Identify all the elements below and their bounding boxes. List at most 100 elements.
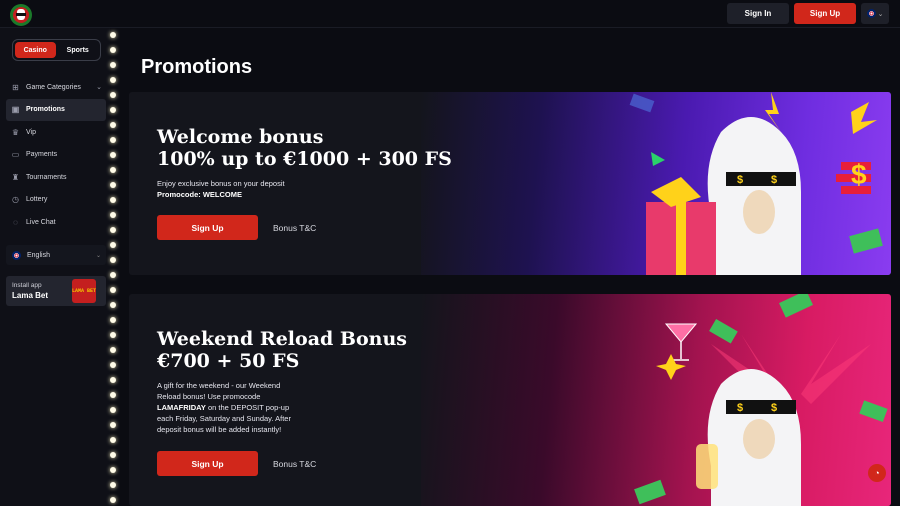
marquee-light-dot [110, 257, 116, 263]
ticket-icon: ◷ [12, 195, 19, 205]
svg-text:$: $ [851, 159, 867, 190]
marquee-light-dot [110, 317, 116, 323]
language-selector[interactable]: ⌄ [861, 3, 889, 24]
promo-card-welcome: $ $ $ Welcome bonus 100% up to €1000 + 3… [129, 92, 891, 275]
promo-banner-art: $ $ $ [421, 92, 891, 275]
marquee-light-dot [110, 77, 116, 83]
promo-description-line: deposit bonus will be added instantly! [157, 425, 282, 434]
sidebar-item-game-categories[interactable]: ⊞ Game Categories ⌄ [6, 76, 106, 99]
top-bar: Sign In Sign Up ⌄ [0, 0, 900, 28]
chat-icon: ◌ [13, 217, 18, 227]
trophy-icon: ♜ [11, 172, 20, 182]
marquee-light-dot [110, 287, 116, 293]
app-name: Lama Bet [12, 291, 49, 300]
main-content: Promotions $ $ $ Welcome bonus 100% up t… [120, 28, 900, 506]
promo-banner-art: $ $ [421, 294, 891, 506]
crown-icon: ♛ [11, 127, 20, 137]
wallet-icon: ▭ [11, 150, 20, 160]
sidebar-item-payments[interactable]: ▭ Payments [6, 144, 106, 167]
sidebar-item-label: Promotions [26, 106, 65, 114]
marquee-light-dot [110, 47, 116, 53]
marquee-light-dot [110, 377, 116, 383]
casino-tab[interactable]: Casino [15, 42, 56, 58]
sidebar-item-vip[interactable]: ♛ Vip [6, 121, 106, 144]
marquee-light-dot [110, 362, 116, 368]
marquee-light-dot [110, 437, 116, 443]
marquee-light-dot [110, 242, 116, 248]
promo-title: Welcome bonus [157, 126, 324, 148]
marquee-light-dot [110, 347, 116, 353]
promo-description: Enjoy exclusive bonus on your deposit [157, 179, 285, 188]
marquee-light-dot [110, 182, 116, 188]
sidebar: Casino Sports ⊞ Game Categories ⌄ ▣ Prom… [0, 28, 110, 506]
promo-subtitle: €700 + 50 FS [157, 350, 300, 372]
marquee-light-dot [110, 272, 116, 278]
marquee-light-dot [110, 392, 116, 398]
sign-up-button[interactable]: Sign Up [794, 3, 856, 24]
chat-bubble-icon: ◔ [874, 468, 880, 478]
sidebar-item-label: Lottery [26, 196, 48, 204]
marquee-light-dot [110, 482, 116, 488]
install-app-label: Install app [12, 282, 42, 289]
svg-text:$: $ [737, 402, 743, 414]
casino-sports-toggle: Casino Sports [12, 39, 101, 61]
marquee-light-dot [110, 197, 116, 203]
sidebar-language-selector[interactable]: English ⌄ [6, 245, 106, 265]
sidebar-nav: ⊞ Game Categories ⌄ ▣ Promotions ♛ Vip ▭… [6, 76, 106, 234]
sidebar-item-label: Live Chat [26, 218, 56, 226]
promo-code: LAMAFRIDAY [157, 403, 206, 412]
chevron-down-icon: ⌄ [95, 252, 101, 259]
marquee-light-dot [110, 302, 116, 308]
sports-tab[interactable]: Sports [58, 42, 99, 58]
svg-text:$: $ [771, 402, 777, 414]
promo-sign-up-button[interactable]: Sign Up [157, 215, 258, 240]
live-chat-button[interactable]: ◔ [868, 464, 886, 482]
marquee-light-dot [110, 152, 116, 158]
uk-flag-icon [866, 9, 876, 18]
language-label: English [27, 251, 50, 259]
llama-cocktail-illustration: $ $ [634, 294, 888, 506]
install-app-banner[interactable]: Install app Lama Bet LAMA BET [6, 276, 106, 306]
lama-logo[interactable] [6, 2, 36, 28]
bonus-terms-link[interactable]: Bonus T&C [273, 223, 316, 233]
marquee-light-dot [110, 407, 116, 413]
sidebar-item-promotions[interactable]: ▣ Promotions [6, 98, 106, 121]
promo-title: Weekend Reload Bonus [157, 328, 407, 350]
marquee-light-dot [110, 467, 116, 473]
promo-description-line: LAMAFRIDAY on the DEPOSIT pop-up [157, 402, 289, 413]
svg-text:$: $ [771, 174, 777, 186]
marquee-light-dot [110, 107, 116, 113]
sidebar-item-label: Tournaments [26, 173, 67, 181]
sidebar-item-tournaments[interactable]: ♜ Tournaments [6, 166, 106, 189]
marquee-light-dot [110, 122, 116, 128]
promo-subtitle: 100% up to €1000 + 300 FS [157, 148, 452, 170]
svg-text:$: $ [737, 174, 743, 186]
chevron-down-icon: ⌄ [877, 10, 884, 18]
promo-sign-up-button[interactable]: Sign Up [157, 451, 258, 476]
promo-description-line: Reload bonus! Use promocode [157, 392, 261, 401]
promo-description-line: each Friday, Saturday and Sunday. After [157, 414, 291, 423]
chevron-down-icon: ⌄ [96, 84, 102, 92]
sidebar-item-label: Vip [26, 128, 36, 136]
promo-code: Promocode: WELCOME [157, 190, 243, 199]
marquee-light-dot [110, 92, 116, 98]
gift-icon: ▣ [11, 105, 20, 115]
sidebar-item-live-chat[interactable]: ◌ Live Chat [6, 211, 106, 234]
page-title: Promotions [141, 56, 253, 78]
sidebar-item-label: Game Categories [26, 83, 81, 91]
lama-bet-app-icon: LAMA BET [72, 279, 96, 303]
sign-in-button[interactable]: Sign In [727, 3, 789, 24]
promo-card-weekend-reload: $ $ Weekend Reload Bonus €700 + 50 FS A … [129, 294, 891, 506]
bonus-terms-link[interactable]: Bonus T&C [273, 459, 316, 469]
marquee-light-dot [110, 32, 116, 38]
marquee-light-dot [110, 452, 116, 458]
marquee-light-dot [110, 497, 116, 503]
marquee-light-dot [110, 167, 116, 173]
marquee-lights-divider [109, 28, 117, 506]
llama-mascot-illustration: $ $ $ [629, 92, 883, 275]
promo-description-line: A gift for the weekend - our Weekend [157, 381, 281, 390]
marquee-light-dot [110, 137, 116, 143]
sidebar-item-lottery[interactable]: ◷ Lottery [6, 189, 106, 212]
marquee-light-dot [110, 212, 116, 218]
marquee-light-dot [110, 332, 116, 338]
